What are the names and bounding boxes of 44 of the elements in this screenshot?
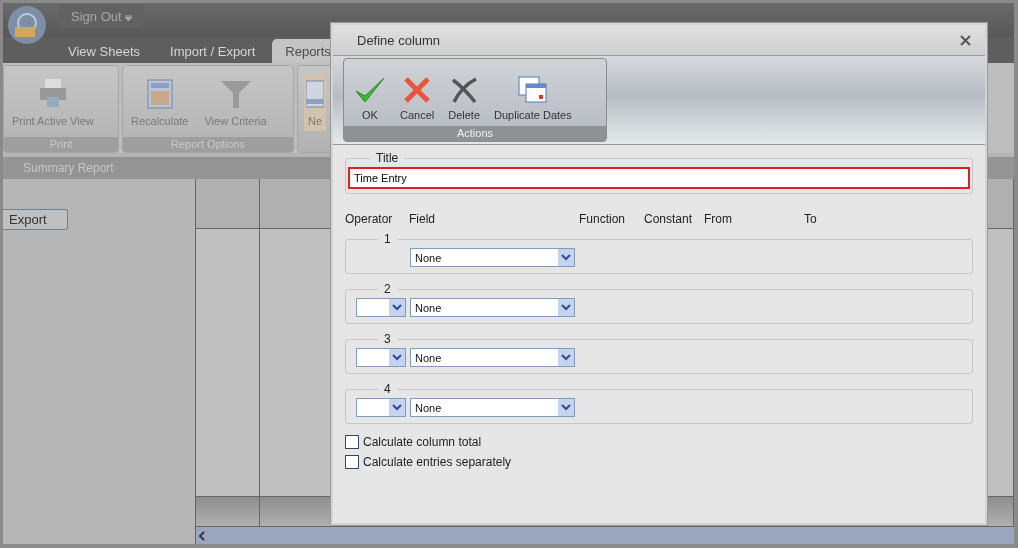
group-legend: 3 [378,332,397,346]
app-orb-icon[interactable] [7,5,47,45]
calendar-icon [517,76,548,104]
operator-dropdown[interactable] [356,398,406,417]
column-header: From [704,212,733,226]
spreadsheet-icon [306,79,324,109]
field-dropdown[interactable]: None [410,248,575,267]
operator-dropdown[interactable] [356,348,406,367]
calculator-icon [146,79,173,109]
group-label: Actions [344,126,606,141]
export-button[interactable]: Export [3,209,68,230]
field-dropdown[interactable]: None [410,298,575,317]
group-legend: 1 [378,232,397,246]
close-icon[interactable] [960,34,971,46]
scroll-left-icon[interactable] [196,529,208,542]
action-button[interactable]: Cancel [396,76,439,121]
checkbox[interactable] [345,455,359,469]
column-header: Constant [644,212,694,226]
operator-dropdown[interactable] [356,298,406,317]
close-icon [403,76,432,104]
group-legend: 2 [378,282,397,296]
cross-icon [450,76,479,104]
action-button[interactable]: Delete [444,76,485,121]
column-header: To [804,212,818,226]
action-button[interactable]: OK [350,76,390,121]
column-header: Field [409,212,436,226]
funnel-icon [219,79,252,109]
group-legend: 4 [378,382,397,396]
horizontal-scrollbar[interactable] [196,527,1014,544]
dialog-title: Define column [357,32,441,48]
printer-icon [37,77,68,109]
ribbon-tab[interactable]: Import / Export [157,39,269,63]
column-header: Function [579,212,627,226]
checkbox-label: Calculate entries separately [363,455,512,469]
check-icon [354,76,386,104]
action-button[interactable]: Duplicate Dates [490,76,576,121]
field-dropdown[interactable]: None [410,348,575,367]
title-input-field[interactable]: Time Entry [348,167,970,189]
checkbox-label: Calculate column total [363,435,482,449]
checkbox[interactable] [345,435,359,449]
field-dropdown[interactable]: None [410,398,575,417]
ribbon-tab[interactable]: View Sheets [55,39,154,63]
dropdown-caret-icon [125,14,133,21]
column-header: Operator [345,212,394,226]
